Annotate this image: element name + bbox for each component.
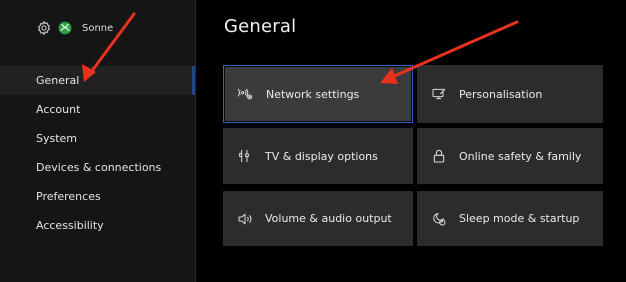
sidebar-item-label: Devices & connections xyxy=(36,161,162,174)
tile-personalisation[interactable]: Personalisation xyxy=(417,65,603,123)
tile-label: Network settings xyxy=(266,87,360,101)
profile-header: Sonne xyxy=(36,18,113,38)
sidebar-item-system[interactable]: System xyxy=(0,124,195,153)
sidebar-item-general[interactable]: General xyxy=(0,66,195,95)
gear-icon[interactable] xyxy=(36,20,52,36)
sidebar-nav: General Account System Devices & connect… xyxy=(0,66,195,240)
personalisation-icon xyxy=(432,88,446,100)
sidebar-item-label: Preferences xyxy=(36,190,101,203)
tile-label: Online safety & family xyxy=(459,149,582,163)
page-title: General xyxy=(224,16,297,37)
network-icon xyxy=(238,88,253,100)
sidebar-item-account[interactable]: Account xyxy=(0,95,195,124)
gamertag: Sonne xyxy=(82,22,114,34)
sidebar-item-label: System xyxy=(36,132,78,145)
settings-sidebar: Sonne General Account System Devices & c… xyxy=(0,0,196,282)
xbox-settings-screen: Sonne General Account System Devices & c… xyxy=(0,0,626,282)
tile-tv-display-options[interactable]: TV & display options xyxy=(223,128,413,184)
lock-icon xyxy=(433,149,445,163)
tile-online-safety-family[interactable]: Online safety & family xyxy=(417,128,603,184)
tile-volume-audio-output[interactable]: Volume & audio output xyxy=(223,191,413,246)
tile-label: Sleep mode & startup xyxy=(459,212,580,225)
sidebar-item-accessibility[interactable]: Accessibility xyxy=(0,211,195,240)
sleep-power-icon xyxy=(433,212,446,225)
sidebar-item-devices-connections[interactable]: Devices & connections xyxy=(0,153,195,182)
tile-sleep-mode-startup[interactable]: Sleep mode & startup xyxy=(417,191,603,246)
sidebar-item-preferences[interactable]: Preferences xyxy=(0,182,195,211)
sidebar-item-label: Accessibility xyxy=(36,219,104,232)
tv-display-icon xyxy=(239,150,249,162)
tile-label: Personalisation xyxy=(459,87,543,101)
tile-label: TV & display options xyxy=(265,149,378,163)
sidebar-item-label: General xyxy=(36,74,80,87)
tile-label: Volume & audio output xyxy=(265,212,392,225)
sidebar-item-label: Account xyxy=(36,103,81,116)
xbox-logo-icon xyxy=(58,21,72,35)
speaker-icon xyxy=(238,212,252,225)
tile-network-settings[interactable]: Network settings xyxy=(223,65,413,123)
